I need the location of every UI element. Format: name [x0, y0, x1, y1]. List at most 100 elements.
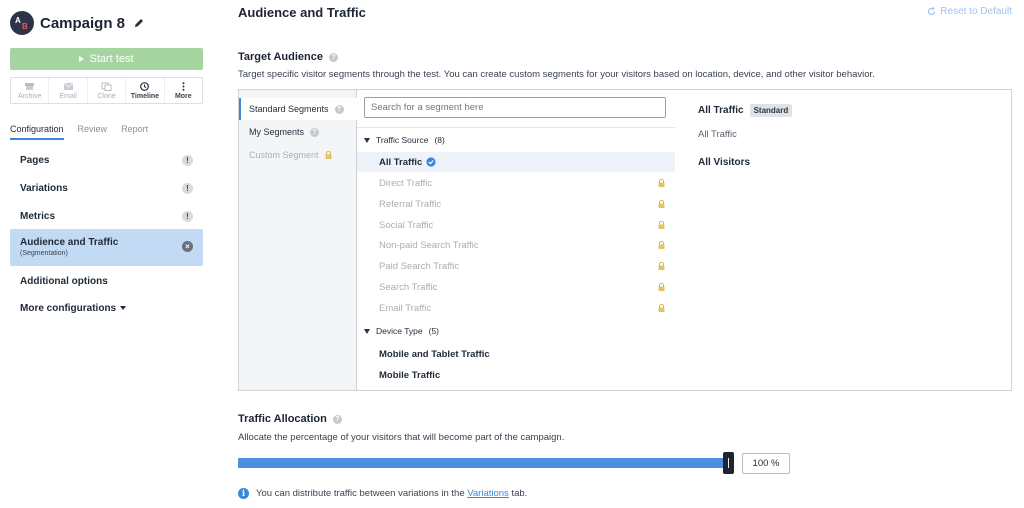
sidebar-item-audience-traffic[interactable]: Audience and Traffic (Segmentation) ×	[10, 229, 203, 266]
lock-icon	[658, 262, 665, 270]
traffic-allocation-slider[interactable]	[238, 458, 728, 468]
info-message: i You can distribute traffic between var…	[238, 488, 527, 499]
start-test-button[interactable]: Start test	[10, 48, 203, 70]
segment-mobile-traffic[interactable]: Mobile Traffic	[357, 365, 675, 385]
lock-icon	[658, 241, 665, 249]
email-button[interactable]: Email	[48, 78, 86, 103]
group-traffic-source[interactable]: Traffic Source (8)	[364, 135, 445, 145]
divider	[357, 127, 675, 128]
segment-detail-name: All Traffic	[698, 105, 744, 116]
segment-direct-traffic[interactable]: Direct Traffic	[357, 173, 675, 193]
segment-categories: Standard Segments ? My Segments ? Custom…	[239, 90, 358, 390]
campaign-title: Campaign 8	[40, 14, 126, 32]
timeline-label: Timeline	[130, 92, 160, 100]
reset-icon	[928, 7, 936, 16]
more-dots-icon	[182, 81, 185, 91]
clone-button[interactable]: Clone	[86, 78, 125, 103]
info-text: You can distribute traffic between varia…	[256, 488, 527, 499]
segment-detail-title: All Traffic Standard	[698, 104, 793, 117]
help-icon[interactable]: ?	[310, 127, 320, 137]
clock-icon	[140, 81, 150, 91]
sidebar-item-pages[interactable]: Pages !	[10, 149, 203, 171]
sidebar-item-label: Additional options	[20, 275, 108, 287]
info-icon: i	[238, 488, 249, 499]
start-test-label: Start test	[89, 53, 134, 65]
segment-search-traffic[interactable]: Search Traffic	[357, 277, 675, 297]
pencil-icon[interactable]	[133, 17, 145, 29]
lock-icon	[658, 179, 665, 187]
variations-link[interactable]: Variations	[467, 488, 509, 499]
sidebar-item-sublabel: (Segmentation)	[20, 250, 68, 257]
segment-all-traffic[interactable]: All Traffic	[357, 152, 675, 172]
sidebar-item-metrics[interactable]: Metrics !	[10, 205, 203, 227]
timeline-button[interactable]: Timeline	[125, 78, 163, 103]
sidebar: A B Campaign 8 Start test Archive Email …	[0, 0, 214, 508]
traffic-allocation-description: Allocate the percentage of your visitors…	[238, 432, 565, 443]
help-icon[interactable]: ?	[334, 104, 344, 114]
sidebar-tabs: Configuration Review Report	[10, 122, 203, 140]
help-icon[interactable]: ?	[332, 414, 342, 424]
segment-detail: All Traffic Standard All Traffic All Vis…	[684, 90, 1011, 390]
segment-label: Mobile and Tablet Traffic	[379, 348, 490, 360]
segment-label: Mobile Traffic	[379, 369, 441, 381]
category-custom-segment[interactable]: Custom Segment	[239, 144, 356, 166]
slider-handle[interactable]	[723, 452, 734, 474]
tab-configuration[interactable]: Configuration	[10, 122, 64, 140]
segment-search-input[interactable]	[364, 97, 666, 118]
section-title: Traffic Allocation	[238, 413, 327, 425]
segment-email-traffic[interactable]: Email Traffic	[357, 298, 675, 318]
segment-label: Non-paid Search Traffic	[379, 239, 479, 251]
sidebar-item-label: More configurations	[20, 302, 117, 314]
segment-non-paid-search-traffic[interactable]: Non-paid Search Traffic	[357, 235, 675, 255]
help-icon[interactable]: ?	[328, 52, 338, 62]
lock-icon	[658, 304, 665, 312]
category-my-segments[interactable]: My Segments ?	[239, 121, 356, 143]
segment-referral-traffic[interactable]: Referral Traffic	[357, 194, 675, 214]
segment-list: Traffic Source (8) All Traffic Direct Tr…	[357, 90, 683, 390]
warning-icon: !	[182, 210, 193, 222]
segment-label: Paid Search Traffic	[379, 260, 460, 272]
sidebar-item-additional-options[interactable]: Additional options	[10, 270, 203, 292]
close-icon[interactable]: ×	[182, 241, 193, 252]
sidebar-item-label: Pages	[20, 154, 50, 166]
segment-label: Email Traffic	[379, 302, 432, 314]
category-label: My Segments	[249, 127, 305, 137]
sidebar-item-variations[interactable]: Variations !	[10, 177, 203, 199]
segment-paid-search-traffic[interactable]: Paid Search Traffic	[357, 256, 675, 276]
check-circle-icon	[426, 157, 436, 167]
segment-mobile-tablet-traffic[interactable]: Mobile and Tablet Traffic	[357, 344, 675, 364]
more-label: More	[174, 92, 192, 100]
sidebar-item-label: Variations	[20, 182, 68, 194]
category-label: Custom Segment	[249, 150, 319, 160]
target-audience-heading: Target Audience ?	[238, 51, 338, 63]
traffic-percentage-input[interactable]: 100 %	[742, 453, 790, 474]
tab-report[interactable]: Report	[121, 122, 148, 140]
category-label: Standard Segments	[249, 104, 329, 114]
sidebar-item-label: Audience and Traffic	[20, 237, 119, 248]
mail-icon	[63, 82, 73, 90]
lock-icon	[658, 221, 665, 229]
sidebar-item-label: Metrics	[20, 210, 56, 222]
info-suffix: tab.	[511, 488, 528, 499]
target-audience-description: Target specific visitor segments through…	[238, 69, 875, 80]
campaign-header: A B Campaign 8	[10, 10, 145, 36]
reset-to-default-link[interactable]: Reset to Default	[927, 6, 1012, 17]
segment-picker: Standard Segments ? My Segments ? Custom…	[238, 89, 1012, 391]
traffic-allocation-heading: Traffic Allocation ?	[238, 413, 342, 425]
email-label: Email	[59, 92, 77, 100]
page-title: Audience and Traffic	[238, 5, 366, 20]
segment-social-traffic[interactable]: Social Traffic	[357, 215, 675, 235]
segment-label: Social Traffic	[379, 219, 434, 231]
lock-icon	[658, 283, 665, 291]
group-device-type[interactable]: Device Type (5)	[364, 326, 439, 336]
archive-button[interactable]: Archive	[11, 78, 48, 103]
more-button[interactable]: More	[163, 78, 202, 103]
tab-review[interactable]: Review	[78, 122, 108, 140]
info-prefix: You can distribute traffic between varia…	[256, 488, 465, 499]
lock-icon	[325, 151, 332, 159]
category-standard-segments[interactable]: Standard Segments ?	[239, 98, 358, 120]
caret-down-icon	[120, 306, 127, 310]
segment-detail-subtitle: All Traffic	[698, 129, 737, 140]
sidebar-item-more-configurations[interactable]: More configurations	[10, 297, 203, 319]
group-count: (5)	[428, 326, 440, 336]
